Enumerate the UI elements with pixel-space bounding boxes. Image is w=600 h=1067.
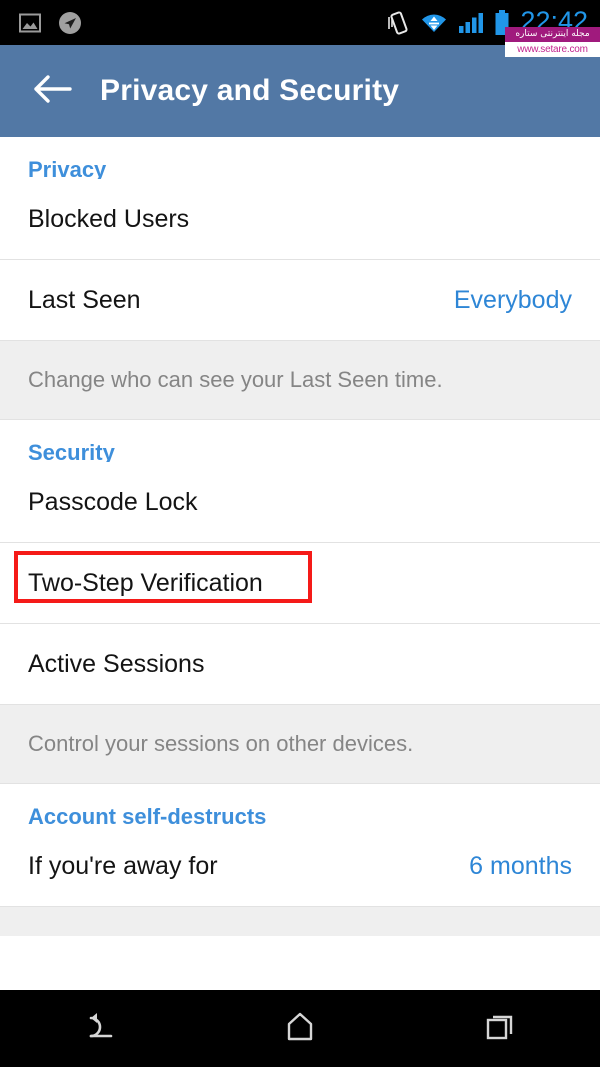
back-button[interactable] <box>22 73 84 110</box>
note-text: Control your sessions on other devices. <box>28 731 414 756</box>
cellular-signal-icon <box>458 11 484 35</box>
row-title: Passcode Lock <box>28 487 198 516</box>
status-bar-left-icons <box>18 11 82 35</box>
settings-row-last-seen[interactable]: Last Seen Everybody <box>0 260 600 340</box>
section-header-security: Security <box>28 440 115 465</box>
recents-squares-icon <box>483 1010 517 1047</box>
row-title: Two-Step Verification <box>28 568 263 597</box>
settings-list[interactable]: Privacy Blocked Users Last Seen Everybod… <box>0 137 600 990</box>
row-title: Active Sessions <box>28 649 205 678</box>
page-title: Privacy and Security <box>100 74 400 107</box>
row-value: 6 months <box>469 851 572 880</box>
vibrate-icon <box>388 10 410 36</box>
row-value: Everybody <box>453 285 572 314</box>
row-title: Last Seen <box>28 285 141 314</box>
watermark-banner-text: مجله اینترنتی ستاره <box>505 27 600 42</box>
note-text: Change who can see your Last Seen time. <box>28 367 443 392</box>
recents-nav-button[interactable] <box>400 1010 600 1047</box>
section-note-account-self-destructs <box>0 906 600 936</box>
android-navigation-bar <box>0 990 600 1067</box>
settings-row-two-step-verification[interactable]: Two-Step Verification <box>0 543 600 623</box>
home-icon <box>283 1010 317 1047</box>
row-title: If you're away for <box>28 851 218 880</box>
back-arrow-icon <box>81 1009 119 1048</box>
location-arrow-icon <box>58 11 82 35</box>
site-watermark: مجله اینترنتی ستاره www.setare.com <box>505 27 600 57</box>
screenshot-image-icon <box>18 11 42 35</box>
back-nav-button[interactable] <box>0 1009 200 1048</box>
section-header-privacy: Privacy <box>28 157 107 182</box>
row-title: Blocked Users <box>28 204 190 233</box>
app-bar: Privacy and Security <box>0 45 600 137</box>
section-note-security: Control your sessions on other devices. <box>0 704 600 784</box>
home-nav-button[interactable] <box>200 1010 400 1047</box>
watermark-url-text: www.setare.com <box>505 42 600 57</box>
settings-row-if-youre-away-for[interactable]: If you're away for 6 months <box>0 826 600 906</box>
settings-row-blocked-users[interactable]: Blocked Users <box>0 179 600 259</box>
settings-row-active-sessions[interactable]: Active Sessions <box>0 624 600 704</box>
wifi-icon <box>420 11 448 35</box>
arrow-left-icon <box>33 73 73 110</box>
section-note-privacy: Change who can see your Last Seen time. <box>0 340 600 420</box>
settings-row-passcode-lock[interactable]: Passcode Lock <box>0 462 600 542</box>
section-header-account-self-destructs: Account self-destructs <box>28 804 267 829</box>
